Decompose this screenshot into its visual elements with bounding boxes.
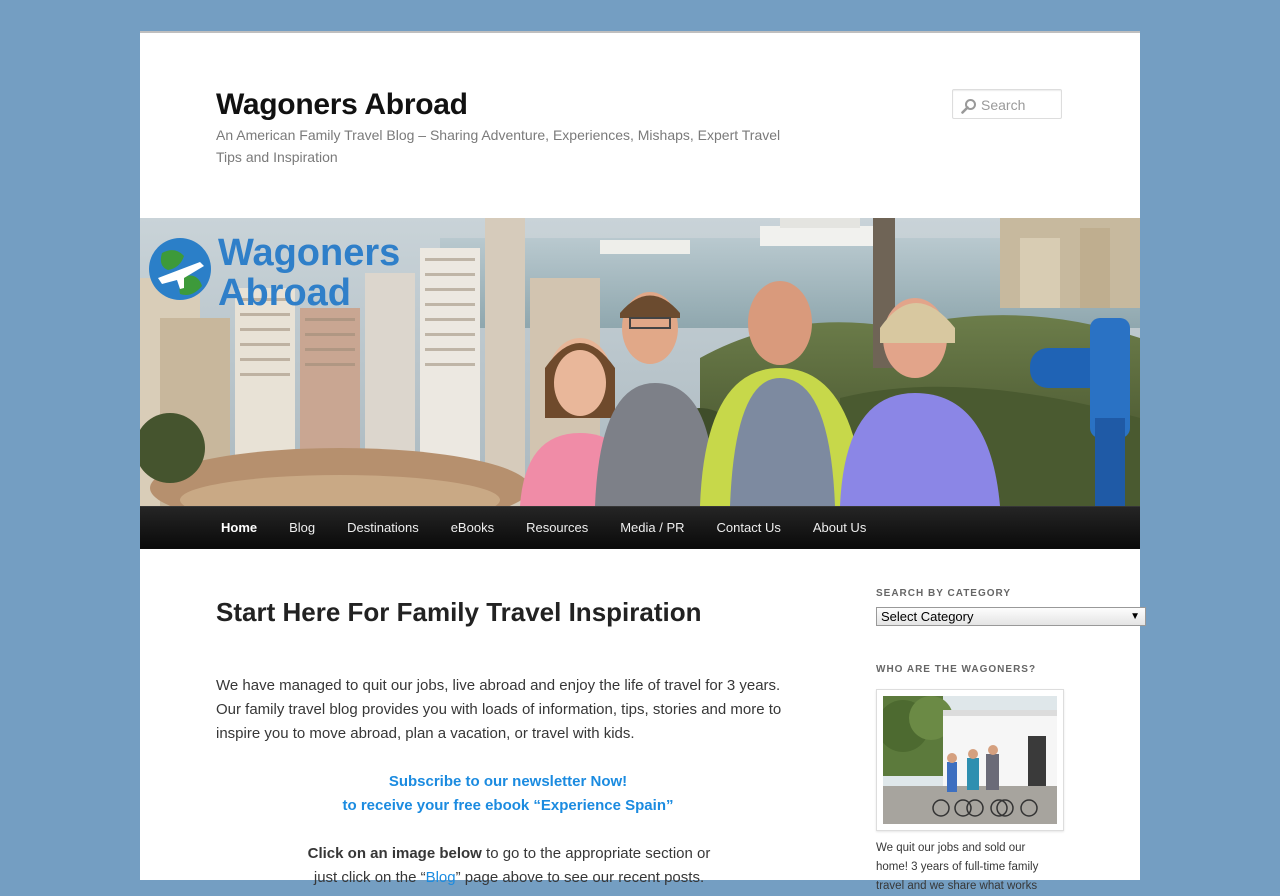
who-widget-title: WHO ARE THE WAGONERS? [876, 664, 1037, 675]
main-navigation: Home Blog Destinations eBooks Resources Media… [140, 506, 1140, 549]
sidebar: SEARCH BY CATEGORY Select Category ▼ WHO… [876, 587, 1146, 896]
family-photo[interactable] [876, 689, 1064, 831]
click-text-3: ” page above to see our recent posts. [455, 869, 705, 886]
page: Wagoners Abroad An American Family Trave… [140, 31, 1146, 892]
nav-item-blog[interactable]: Blog [273, 507, 331, 548]
banner-logo-line2: Abroad [218, 272, 351, 314]
nav-item-resources[interactable]: Resources [510, 507, 604, 548]
search-input[interactable]: Search [952, 89, 1062, 119]
page-title: Start Here For Family Travel Inspiration [216, 597, 702, 627]
globe-airplane-icon [149, 238, 211, 300]
who-description: We quit our jobs and sold our home! 3 ye… [876, 842, 1039, 892]
click-text-1: to go to the appropriate section or [481, 845, 711, 862]
nav-item-home[interactable]: Home [205, 507, 273, 548]
nav-item-destinations[interactable]: Destinations [331, 507, 435, 548]
subscribe-line-1[interactable]: Subscribe to our newsletter Now! [216, 770, 800, 794]
intro-paragraph: We have managed to quit our jobs, live a… [216, 677, 782, 742]
nav-item-about-us[interactable]: About Us [797, 507, 882, 548]
dropdown-arrow-icon: ▼ [1130, 611, 1140, 622]
nav-item-ebooks[interactable]: eBooks [435, 507, 510, 548]
site-title[interactable]: Wagoners Abroad [216, 87, 468, 123]
category-select[interactable]: Select Category ▼ [876, 607, 1146, 626]
blog-link[interactable]: Blog [426, 869, 456, 886]
nav-menu: Home Blog Destinations eBooks Resources Media… [140, 507, 1140, 548]
banner-logo-line1: Wagoners [218, 232, 400, 274]
category-select-value: Select Category [881, 609, 974, 624]
site-description: An American Family Travel Blog – Sharing… [216, 127, 781, 165]
click-text-2: just click on the “ [313, 869, 426, 886]
category-widget-title: SEARCH BY CATEGORY [876, 588, 1012, 599]
nav-item-contact-us[interactable]: Contact Us [701, 507, 797, 548]
main-content: Start Here For Family Travel Inspiration… [216, 594, 801, 890]
click-instructions: Click on an image below to go to the app… [216, 842, 802, 890]
click-bold-text: Click on an image below [307, 845, 482, 862]
subscribe-line-2[interactable]: to receive your free ebook “Experience S… [216, 794, 800, 818]
search-icon [961, 99, 976, 114]
search-placeholder: Search [981, 97, 1026, 113]
subscribe-link[interactable]: Subscribe to our newsletter Now! to rece… [216, 770, 800, 818]
nav-item-media-pr[interactable]: Media / PR [604, 507, 700, 548]
header-banner-image[interactable]: Wagoners Abroad [140, 218, 1140, 506]
